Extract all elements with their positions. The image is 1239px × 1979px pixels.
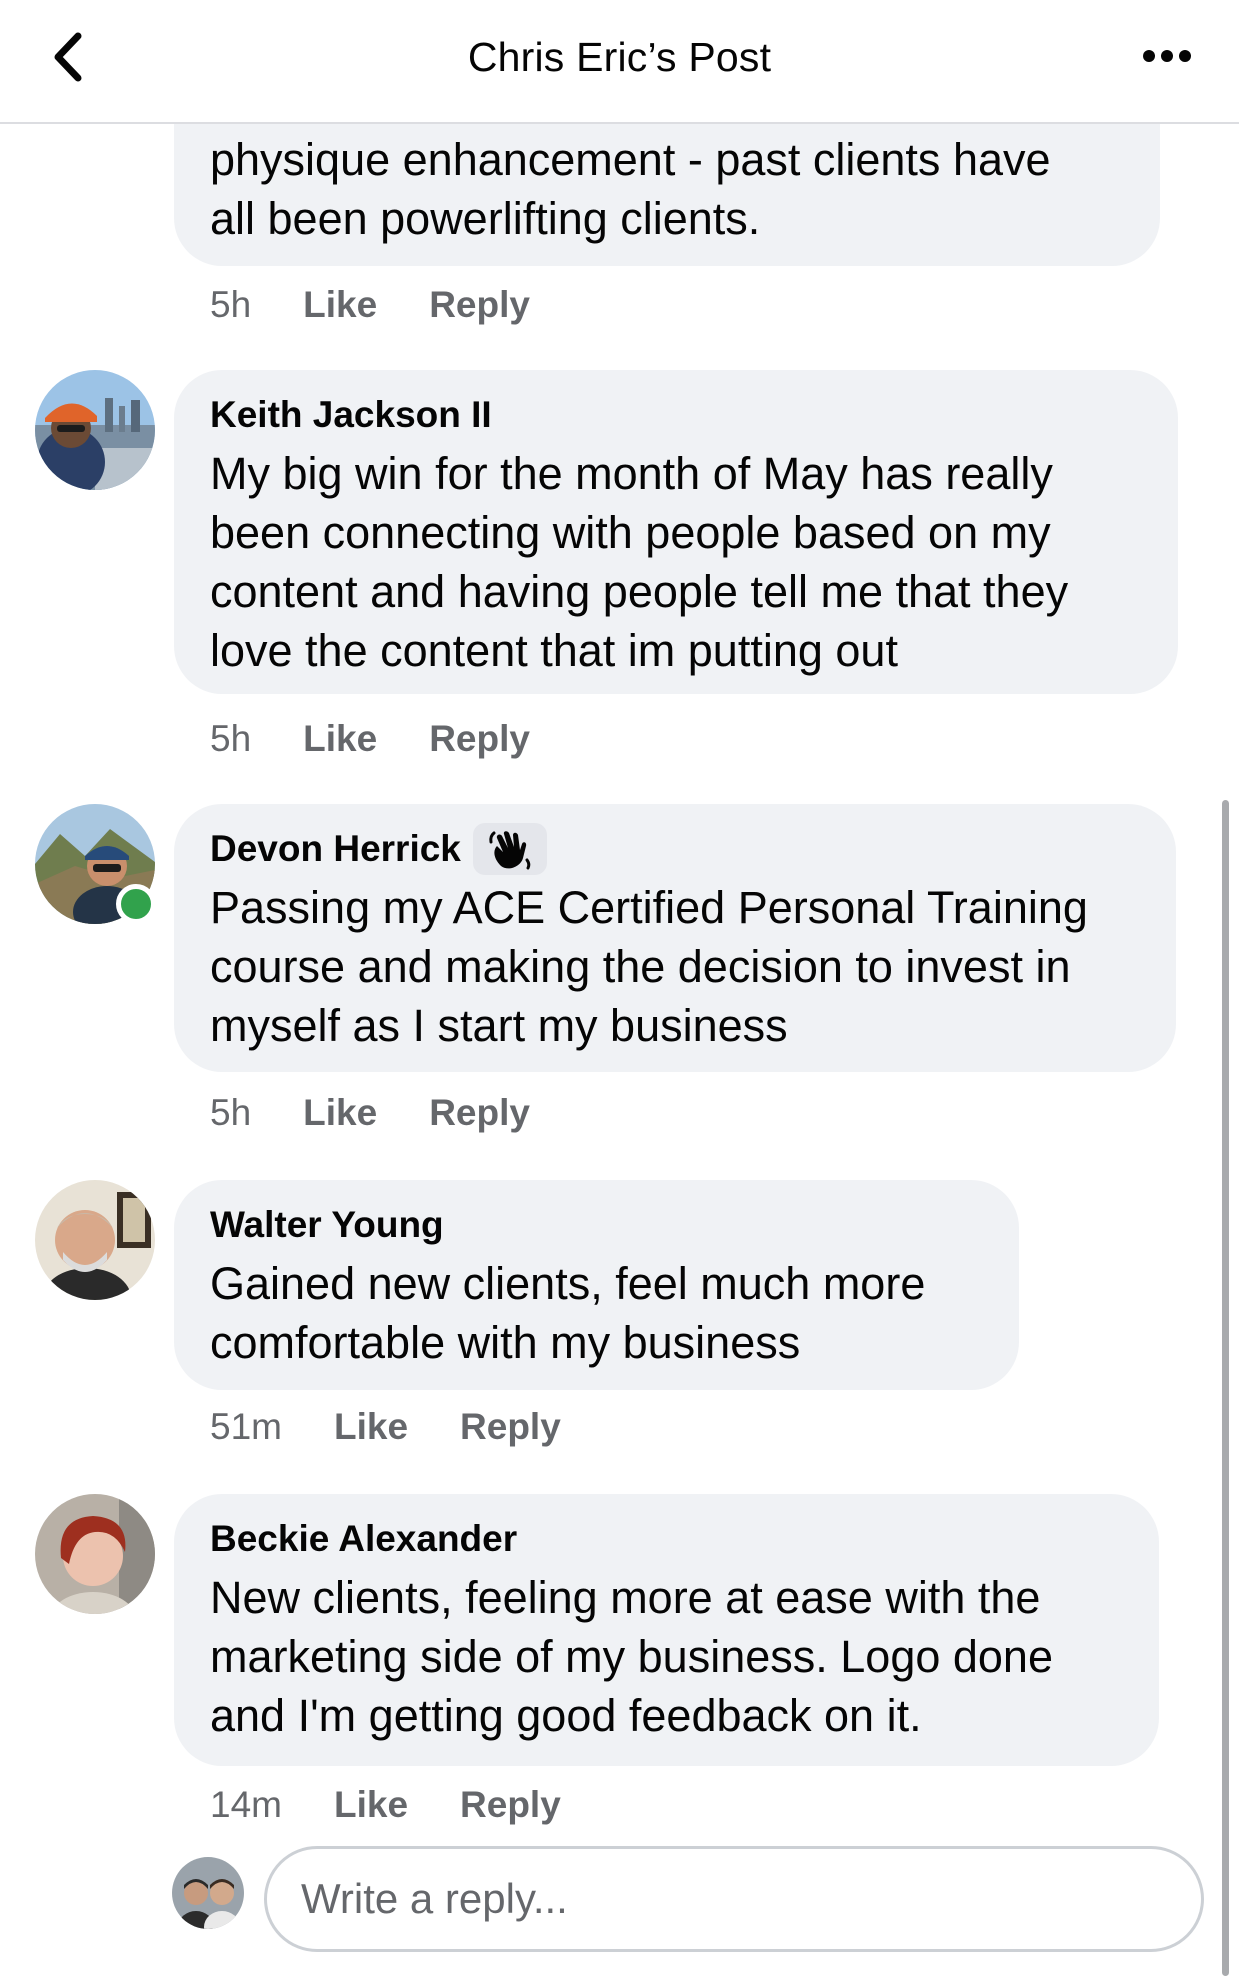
reply-input[interactable] bbox=[264, 1846, 1204, 1952]
page-title: Chris Eric’s Post bbox=[467, 34, 772, 80]
like-button[interactable]: Like bbox=[303, 284, 377, 326]
comment-text-line: New clients, feeling more at ease with t… bbox=[210, 1572, 1041, 1623]
comment-author-row: Keith Jackson II bbox=[210, 390, 1142, 440]
comment-timestamp: 14m bbox=[210, 1784, 282, 1825]
comment-bubble: Devon Herrick Passing my ACE Certified P… bbox=[174, 804, 1176, 1072]
comment-text-line: Gained new clients, feel much more bbox=[210, 1258, 926, 1309]
waving-hand-icon bbox=[472, 823, 547, 875]
comment-text-line: My big win for the month of May has real… bbox=[210, 448, 1053, 499]
comment-author-row: Walter Young bbox=[210, 1200, 983, 1250]
like-button[interactable]: Like bbox=[334, 1784, 408, 1826]
comment-text-line: comfortable with my business bbox=[210, 1317, 801, 1368]
avatar-photo-keith bbox=[35, 370, 155, 490]
like-button[interactable]: Like bbox=[303, 718, 377, 760]
avatar[interactable] bbox=[35, 370, 155, 490]
reply-button[interactable]: Reply bbox=[429, 718, 530, 760]
more-options-button[interactable] bbox=[1130, 38, 1204, 74]
avatar-photo-beckie bbox=[35, 1494, 155, 1614]
comment-text-line: love the content that im putting out bbox=[210, 625, 898, 676]
current-user-avatar bbox=[172, 1857, 244, 1929]
comment-author[interactable]: Devon Herrick bbox=[210, 828, 461, 870]
comment-text-line: marketing side of my business. Logo done bbox=[210, 1631, 1053, 1682]
comment-text-line: physique enhancement - past clients have bbox=[210, 134, 1051, 185]
reply-button[interactable]: Reply bbox=[460, 1406, 561, 1448]
comment-text-line: myself as I start my business bbox=[210, 1000, 788, 1051]
comment-timestamp: 5h bbox=[210, 284, 252, 325]
comment-author[interactable]: Keith Jackson II bbox=[210, 394, 492, 436]
comment-author[interactable]: Beckie Alexander bbox=[210, 1518, 517, 1560]
comment-text-line: all been powerlifting clients. bbox=[210, 193, 761, 244]
comment-actions: 5h Like Reply bbox=[210, 280, 530, 330]
comment-bubble: physique enhancement - past clients have… bbox=[174, 104, 1160, 266]
comment-text: New clients, feeling more at ease with t… bbox=[210, 1568, 1123, 1745]
comment-text: Passing my ACE Certified Personal Traini… bbox=[210, 878, 1140, 1055]
comment-text-line: Passing my ACE Certified Personal Traini… bbox=[210, 882, 1088, 933]
comment-timestamp: 5h bbox=[210, 1092, 252, 1133]
avatar-photo-current-user bbox=[172, 1857, 244, 1929]
comment-author-row: Beckie Alexander bbox=[210, 1514, 1123, 1564]
comment-text: physique enhancement - past clients have… bbox=[210, 130, 1124, 248]
post-header: Chris Eric’s Post bbox=[0, 0, 1239, 124]
comment-actions: 5h Like Reply bbox=[210, 714, 530, 764]
comment-text: Gained new clients, feel much more comfo… bbox=[210, 1254, 983, 1372]
scrollbar[interactable] bbox=[1222, 800, 1229, 1976]
online-status-indicator bbox=[116, 884, 156, 924]
comment-text-line: and I'm getting good feedback on it. bbox=[210, 1690, 922, 1741]
avatar[interactable] bbox=[35, 1494, 155, 1614]
reply-button[interactable]: Reply bbox=[429, 284, 530, 326]
comment-text-line: been connecting with people based on my bbox=[210, 507, 1051, 558]
more-horizontal-icon bbox=[1143, 50, 1191, 62]
avatar-photo-walter bbox=[35, 1180, 155, 1300]
comment-bubble: Walter Young Gained new clients, feel mu… bbox=[174, 1180, 1019, 1390]
avatar[interactable] bbox=[35, 1180, 155, 1300]
like-button[interactable]: Like bbox=[303, 1092, 377, 1134]
comment-actions: 5h Like Reply bbox=[210, 1088, 530, 1138]
reply-button[interactable]: Reply bbox=[460, 1784, 561, 1826]
reply-button[interactable]: Reply bbox=[429, 1092, 530, 1134]
comment-author[interactable]: Walter Young bbox=[210, 1204, 444, 1246]
comment-author-row: Devon Herrick bbox=[210, 823, 1140, 875]
comment-text-line: content and having people tell me that t… bbox=[210, 566, 1069, 617]
comment-actions: 51m Like Reply bbox=[210, 1402, 561, 1452]
comment-bubble: Keith Jackson II My big win for the mont… bbox=[174, 370, 1178, 694]
comment-timestamp: 51m bbox=[210, 1406, 282, 1447]
comment-actions: 14m Like Reply bbox=[210, 1780, 561, 1830]
comment-text-line: course and making the decision to invest… bbox=[210, 941, 1071, 992]
comment-text: My big win for the month of May has real… bbox=[210, 444, 1142, 680]
comment-timestamp: 5h bbox=[210, 718, 252, 759]
like-button[interactable]: Like bbox=[334, 1406, 408, 1448]
comment-bubble: Beckie Alexander New clients, feeling mo… bbox=[174, 1494, 1159, 1766]
